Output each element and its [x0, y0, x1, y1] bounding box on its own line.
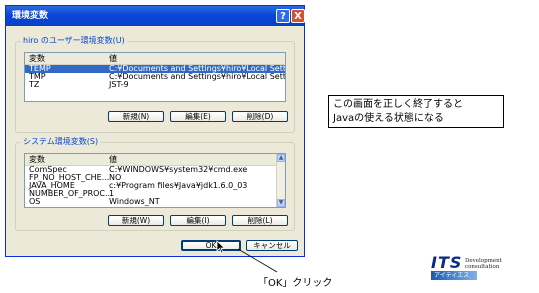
ok-click-caption: 「OK」クリック [258, 278, 333, 289]
logo-its-text: ITS [431, 253, 463, 272]
callout-line-1: この画面を正しく終了すると [333, 99, 463, 110]
logo-dev-text: Development consultation [465, 258, 502, 270]
its-logo: ITS Development consultation アイティエス [431, 253, 525, 285]
logo-sub-text: アイティエス [434, 272, 470, 279]
callout-line-2: Javaの使える状態になる [333, 113, 444, 124]
pointer-line [237, 248, 278, 273]
instruction-callout: この画面を正しく終了すると Javaの使える状態になる [328, 95, 504, 128]
